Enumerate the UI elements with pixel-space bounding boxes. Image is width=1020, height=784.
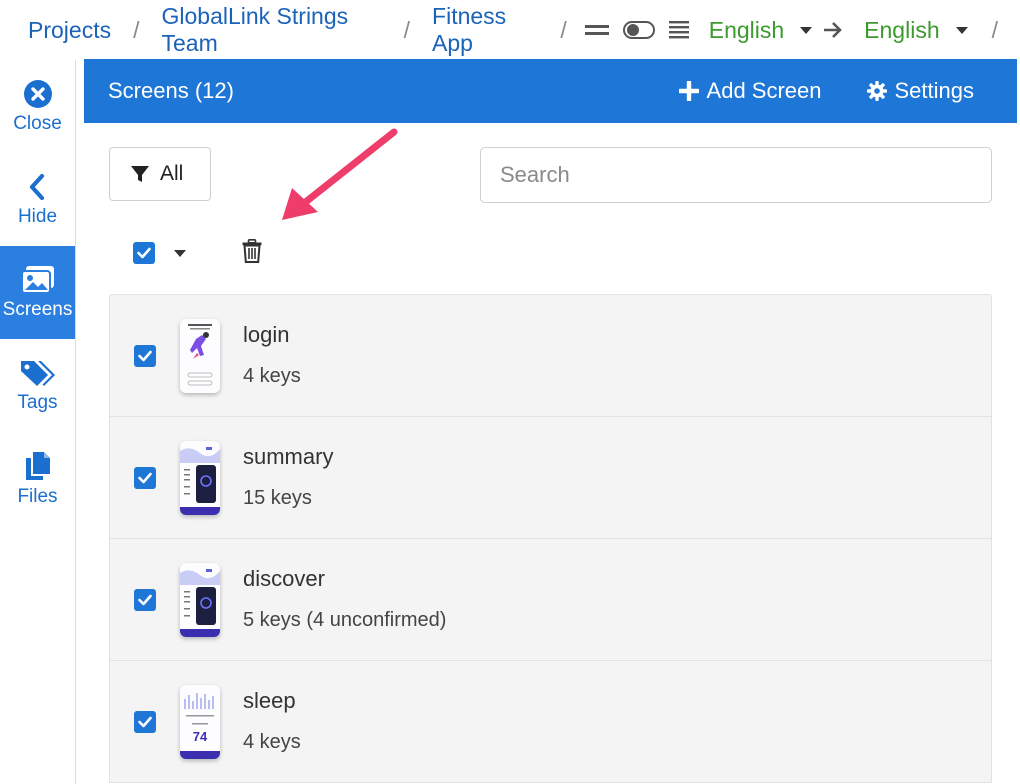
screen-name[interactable]: sleep: [243, 688, 296, 714]
screen-name[interactable]: login: [243, 322, 289, 348]
layout-horizontal-icon[interactable]: [584, 23, 609, 37]
list-lines-icon[interactable]: [668, 20, 689, 40]
chevron-down-icon[interactable]: [800, 26, 813, 34]
settings-label: Settings: [894, 78, 975, 103]
sidebar-item-label: Screens: [2, 298, 73, 320]
add-screen-button[interactable]: Add Screen: [678, 78, 822, 104]
screen-keys-count: 15 keys: [243, 487, 312, 509]
sidebar-item-screens[interactable]: Screens: [0, 246, 75, 339]
chevron-down-icon[interactable]: [174, 250, 186, 257]
filter-label: All: [160, 162, 184, 185]
screen-thumbnail[interactable]: [180, 441, 220, 515]
screens-panel: Screens (12) Add Screen Settings All Sea…: [84, 59, 1017, 784]
tags-icon: [20, 360, 55, 386]
sidebar-item-label: Tags: [17, 391, 58, 413]
sidebar-item-files[interactable]: Files: [0, 432, 75, 525]
screen-thumbnail[interactable]: [180, 319, 220, 393]
plus-icon: [678, 81, 699, 101]
sidebar-item-label: Close: [13, 112, 62, 134]
target-language-select[interactable]: English: [864, 17, 939, 44]
sidebar-item-label: Hide: [17, 205, 58, 227]
search-input[interactable]: [480, 147, 992, 203]
breadcrumb-projects[interactable]: Projects: [28, 17, 111, 44]
panel-title: Screens (12): [108, 78, 234, 103]
filter-button[interactable]: All: [109, 147, 211, 201]
breadcrumb-separator: /: [403, 16, 411, 43]
toggle-switch-icon[interactable]: [622, 21, 655, 39]
screen-thumbnail[interactable]: 74: [180, 685, 220, 759]
screen-keys-count: 5 keys (4 unconfirmed): [243, 609, 447, 631]
chevron-down-icon[interactable]: [955, 26, 968, 34]
trash-icon[interactable]: [242, 239, 262, 268]
checkmark-icon: [138, 472, 152, 484]
checkmark-icon: [138, 594, 152, 606]
screen-name[interactable]: discover: [243, 566, 325, 592]
row-checkbox[interactable]: [134, 589, 156, 611]
breadcrumb: Projects / GlobalLink Strings Team / Fit…: [0, 0, 1020, 60]
settings-button[interactable]: Settings: [866, 78, 975, 104]
source-language-select[interactable]: English: [709, 17, 784, 44]
close-circle-icon: [23, 79, 52, 108]
row-checkbox[interactable]: [134, 467, 156, 489]
breadcrumb-team[interactable]: GlobalLink Strings Team: [161, 3, 381, 57]
files-icon: [25, 451, 50, 480]
sidebar-item-tags[interactable]: Tags: [0, 339, 75, 432]
filter-icon: [131, 166, 149, 182]
sidebar: Close Hide Screens Tags Files: [0, 60, 76, 784]
images-icon: [20, 265, 54, 294]
add-screen-label: Add Screen: [706, 78, 822, 103]
sidebar-item-label: Files: [17, 485, 58, 507]
list-item[interactable]: login 4 keys: [110, 295, 991, 417]
panel-header: Screens (12) Add Screen Settings: [84, 59, 1017, 123]
screen-name[interactable]: summary: [243, 444, 333, 470]
screen-thumbnail[interactable]: [180, 563, 220, 637]
breadcrumb-separator: /: [560, 16, 567, 43]
list-item[interactable]: summary 15 keys: [110, 417, 991, 539]
screen-keys-count: 4 keys: [243, 365, 301, 387]
checkmark-icon: [138, 716, 152, 728]
select-all-checkbox[interactable]: [133, 242, 155, 264]
row-checkbox[interactable]: [134, 345, 156, 367]
gear-icon: [866, 81, 887, 101]
arrow-right-icon: [822, 20, 844, 40]
screens-list: login 4 keys summary 15 keys discover 5 …: [109, 294, 992, 783]
screen-keys-count: 4 keys: [243, 731, 301, 753]
breadcrumb-project[interactable]: Fitness App: [432, 3, 538, 57]
list-item[interactable]: 74 sleep 4 keys: [110, 661, 991, 783]
checkmark-icon: [138, 350, 152, 362]
sidebar-item-close[interactable]: Close: [0, 60, 75, 153]
sidebar-item-hide[interactable]: Hide: [0, 153, 75, 246]
list-item[interactable]: discover 5 keys (4 unconfirmed): [110, 539, 991, 661]
breadcrumb-separator: /: [991, 16, 998, 43]
row-checkbox[interactable]: [134, 711, 156, 733]
svg-text:74: 74: [193, 729, 208, 744]
chevron-left-icon: [29, 173, 44, 200]
checkmark-icon: [137, 247, 151, 259]
breadcrumb-separator: /: [133, 16, 140, 43]
